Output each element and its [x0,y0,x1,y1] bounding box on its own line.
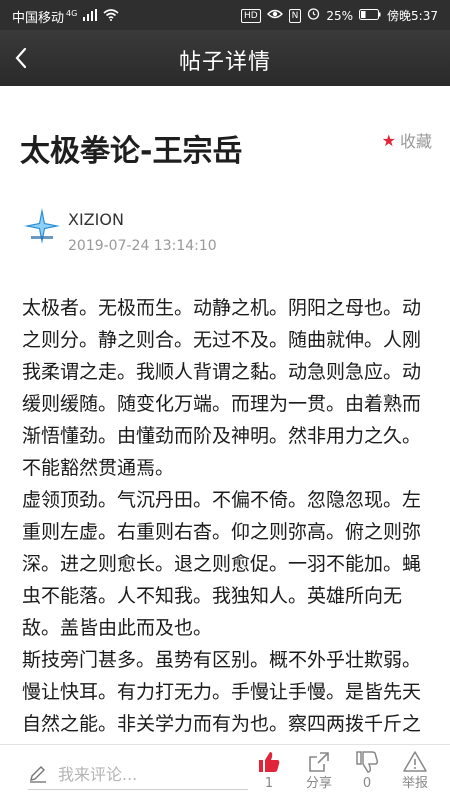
network-type-label: 4G [66,8,78,18]
author-name[interactable]: XIZION [68,210,124,229]
battery-icon [359,8,381,24]
post-title: 太极拳论-王宗岳 [20,134,243,169]
clock-label: 傍晚5:37 [387,8,438,23]
signal-icon [83,8,98,25]
post-content[interactable]: 太极拳论-王宗岳 ★ 收藏 XIZION 2019-07-24 13:14:10… [0,86,450,744]
pencil-icon [30,766,46,783]
page-title: 帖子详情 [178,50,271,75]
warning-icon [403,751,427,772]
avatar[interactable] [22,206,62,246]
nfc-icon: N [288,8,302,23]
carrier-label: 中国移动 [12,11,65,26]
thumbs-down-icon [356,751,379,773]
star-icon: ★ [381,130,396,150]
share-icon [309,752,329,772]
dislike-button[interactable]: 0 [342,749,392,797]
thumbs-up-icon [259,752,280,772]
eye-icon [266,8,283,24]
report-label: 举报 [401,776,428,791]
wifi-icon [103,8,119,25]
comment-input[interactable] [56,763,240,785]
share-button[interactable]: 分享 [294,749,344,797]
favorite-label: 收藏 [399,132,432,151]
alarm-icon [307,7,320,24]
report-button[interactable]: 举报 [390,749,440,797]
like-count: 1 [264,776,274,791]
like-button[interactable]: 1 [244,749,294,797]
post-paragraph: 太极者。无极而生。动静之机。阴阳之母也。动之则分。静之则合。无过不及。随曲就伸。… [22,297,422,479]
status-bar: 中国移动 4G HD N 25% 傍晚5:37 [0,0,450,30]
nav-bar: 帖子详情 [0,30,450,86]
post-body: 太极者。无极而生。动静之机。阴阳之母也。动之则分。静之则合。无过不及。随曲就伸。… [22,292,434,744]
hd-icon: HD [240,8,261,23]
post-paragraph: 斯技旁门甚多。虽势有区别。概不外乎壮欺弱。慢让快耳。有力打无力。手慢让手慢。是皆… [22,649,422,735]
share-label: 分享 [305,776,332,791]
post-paragraph: 虚领顶劲。气沉丹田。不偏不倚。忽隐忽现。左重则左虚。右重则右杳。仰之则弥高。俯之… [22,489,422,639]
favorite-button[interactable]: ★ 收藏 [382,128,432,152]
bottom-action-bar: 1 分享 0 举报 [0,744,450,801]
post-date: 2019-07-24 13:14:10 [68,238,217,254]
battery-label: 25% [326,8,354,23]
comment-field[interactable] [28,759,248,790]
dislike-count: 0 [362,776,372,791]
